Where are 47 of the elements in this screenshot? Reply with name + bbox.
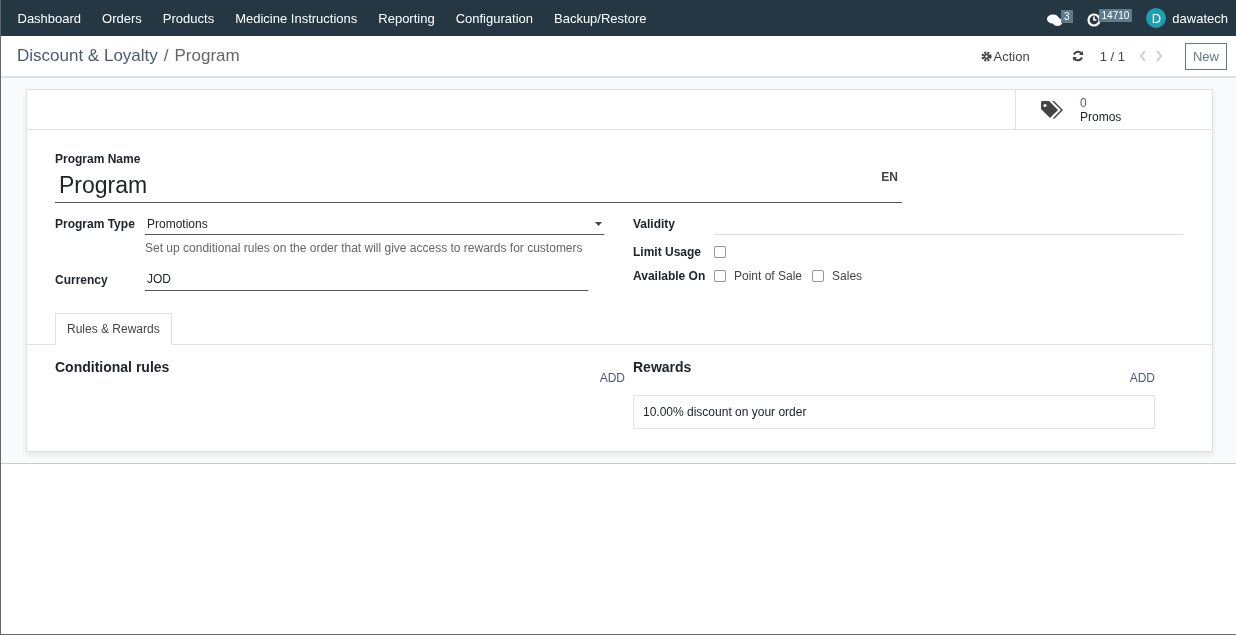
program-type-select[interactable]: Promotions [145,213,604,235]
menu-item[interactable]: Backup/Restore [543,10,657,26]
section-title: Rewards [633,359,692,375]
chat-icon[interactable] [1046,13,1063,27]
limit-usage-checkbox[interactable] [714,246,726,258]
breadcrumb-separator: / [163,46,169,66]
page-title: Program [174,46,240,66]
tab[interactable]: Rules & Rewards [55,313,172,345]
menu-item[interactable]: Medicine Instructions [224,10,368,26]
previous-icon[interactable] [1139,50,1147,62]
checkbox[interactable] [714,270,726,282]
field-label: Limit Usage [633,245,702,259]
promos-smart-button[interactable]: 0 Promos [1015,90,1212,129]
checkbox-label: Point of Sale [734,269,803,283]
menu-item[interactable]: Products [152,10,225,26]
user-name[interactable]: dawatech [1172,10,1228,26]
menu-item[interactable]: Orders [91,10,153,26]
pager-value: 1 / 1 [1099,48,1125,64]
checkbox-label: Sales [832,269,863,283]
next-icon[interactable] [1155,50,1163,62]
field-label: Validity [633,217,677,231]
activity-count: 14710 [1098,9,1133,22]
language-button[interactable]: EN [881,170,898,184]
section-title: Conditional rules [55,359,170,375]
field-label: Currency [55,272,109,287]
action-button[interactable]: Action [974,47,1036,65]
menu-item[interactable]: Configuration [445,10,544,26]
tags-icon [1040,99,1064,120]
refresh-icon[interactable] [1071,50,1084,62]
add-link[interactable]: ADD [1129,371,1155,385]
currency-field[interactable]: JOD [145,269,588,291]
menu-item[interactable]: Reporting [367,10,446,26]
help-text: Set up conditional rules on the order that will give access to rewards for customers [145,240,584,257]
message-count: 3 [1060,9,1073,23]
caret-icon [595,221,602,226]
new-button[interactable]: New [1185,42,1227,70]
clock-icon[interactable] [1086,13,1101,27]
breadcrumb-link[interactable]: Discount & Loyalty [17,46,158,66]
program-name-field[interactable]: Program EN [55,166,902,203]
checkbox[interactable] [812,270,825,282]
reward-item[interactable]: 10.00% discount on your order [633,395,1155,429]
menu-item[interactable]: Dashboard [7,10,92,26]
gear-icon [980,50,992,62]
field-label: Program Type [55,216,136,231]
field-label: Available On [633,269,707,283]
field-label: Program Name [55,152,142,166]
add-link[interactable]: ADD [599,371,625,385]
